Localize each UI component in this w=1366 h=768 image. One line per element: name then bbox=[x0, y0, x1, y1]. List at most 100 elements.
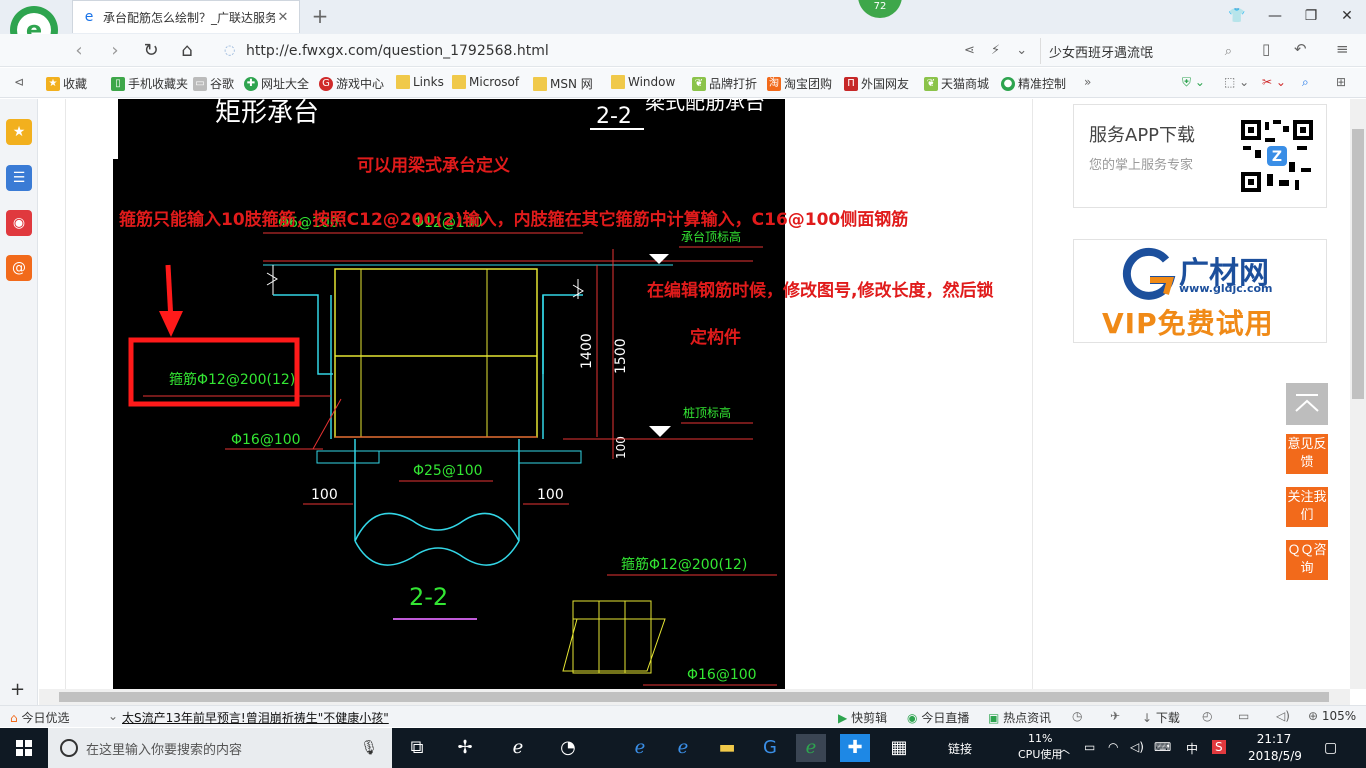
glodon-app-icon[interactable]: ◔ bbox=[553, 734, 583, 762]
mobile-icon[interactable]: ▯ bbox=[1262, 40, 1270, 58]
fan-app-icon[interactable]: ✢ bbox=[450, 734, 480, 762]
feedback-button[interactable]: 意见反馈 bbox=[1286, 434, 1328, 474]
magnifier-icon[interactable]: ⌕ bbox=[1302, 75, 1309, 90]
bookmark-label: 外国网友 bbox=[861, 77, 910, 91]
window-icon[interactable]: ▭ bbox=[1238, 709, 1249, 723]
gldjc-vip-ad[interactable]: 广材网 www.gldjc.com VIP免费试用 bbox=[1073, 239, 1327, 343]
today-pick[interactable]: ⌂ 今日优选 bbox=[10, 709, 69, 726]
glodon-g-icon[interactable]: G bbox=[755, 734, 785, 762]
battery-icon[interactable]: ▭ bbox=[1084, 740, 1095, 754]
sidebar-add-icon[interactable]: + bbox=[10, 679, 25, 700]
edge-icon[interactable]: ℯ bbox=[503, 734, 533, 762]
url-bar[interactable]: ◌ bbox=[224, 38, 1034, 64]
follow-us-button[interactable]: 关注我们 bbox=[1286, 487, 1328, 527]
tool-app-icon[interactable]: ✚ bbox=[840, 734, 870, 762]
wifi-icon[interactable]: ◠ bbox=[1108, 740, 1118, 754]
vertical-scrollbar[interactable] bbox=[1350, 99, 1366, 689]
vertical-scroll-thumb[interactable] bbox=[1352, 129, 1364, 399]
bookmark-item[interactable]: ▯ 手机收藏夹 bbox=[111, 75, 188, 92]
notification-center-icon[interactable]: ▢ bbox=[1324, 740, 1337, 756]
bookmark-item[interactable]: ❦ 天猫商城 bbox=[924, 75, 989, 92]
bookmark-item[interactable]: 淘淘宝团购 bbox=[767, 75, 832, 92]
bookmark-label: Microsof bbox=[469, 75, 520, 89]
back-button[interactable]: ‹ bbox=[66, 38, 92, 64]
new-tab-button[interactable]: + bbox=[308, 4, 332, 28]
bookmark-item[interactable]: Π 外国网友 bbox=[844, 75, 909, 92]
home-button[interactable]: ⌂ bbox=[174, 38, 200, 64]
app-download-ad[interactable]: 服务APP下载 您的掌上服务专家 Z bbox=[1073, 104, 1327, 208]
notification-badge[interactable]: 72 bbox=[858, 0, 902, 18]
sogou-ime-icon[interactable]: S bbox=[1212, 740, 1226, 754]
volume-icon[interactable]: ◁) bbox=[1276, 709, 1290, 723]
ie-icon[interactable]: ℯ bbox=[668, 734, 698, 762]
shield-icon[interactable]: ⛨ ⌄ bbox=[1182, 75, 1205, 90]
bookmarks-collapse-icon[interactable]: ⊲ bbox=[14, 75, 24, 89]
share-icon[interactable]: ⋖ ⚡ ⌄ bbox=[964, 43, 1033, 58]
bookmark-item[interactable]: Links bbox=[396, 75, 444, 89]
quick-edit-button[interactable]: ▶ 快剪辑 bbox=[838, 709, 887, 726]
cpu-usage[interactable]: 11% CPU使用 bbox=[1018, 731, 1062, 763]
app-ad-title: 服务APP下载 bbox=[1089, 125, 1196, 146]
undo-icon[interactable]: ↶ bbox=[1294, 40, 1307, 58]
speed-icon[interactable]: ◷ bbox=[1072, 709, 1082, 723]
scissors-icon[interactable]: ✂ ⌄ bbox=[1262, 75, 1286, 89]
bookmark-item[interactable]: Microsof bbox=[452, 75, 519, 89]
hot-news-button[interactable]: ▣ 热点资讯 bbox=[988, 709, 1051, 726]
forward-button[interactable]: › bbox=[102, 38, 128, 64]
puzzle-icon[interactable]: ⬚ ⌄ bbox=[1224, 75, 1249, 89]
live-button[interactable]: ◉ 今日直播 bbox=[907, 709, 969, 726]
qq-consult-button[interactable]: ＱＱ咨询 bbox=[1286, 540, 1328, 580]
news-headline-link[interactable]: 太S流产13年前早预言!曾泪崩祈祷生"不健康小孩" bbox=[122, 709, 389, 726]
favorites-star-icon[interactable]: ★ bbox=[6, 119, 32, 145]
link-label[interactable]: 链接 bbox=[948, 740, 972, 757]
windows-start-icon[interactable] bbox=[0, 728, 48, 768]
bookmark-item[interactable]: MSN 网 bbox=[533, 75, 593, 92]
bookmark-item[interactable]: Window bbox=[611, 75, 675, 89]
bookmark-item[interactable]: ● 精准控制 bbox=[1001, 75, 1066, 92]
keyboard-icon[interactable]: ⌨ bbox=[1154, 740, 1171, 754]
menu-icon[interactable]: ≡ bbox=[1336, 40, 1349, 58]
tab-title: 承台配筋怎么绘制？_广联达服务 bbox=[103, 10, 275, 25]
thumbnail-app-icon[interactable]: ▦ bbox=[884, 734, 914, 762]
edge-browser-icon[interactable]: ℯ bbox=[625, 734, 655, 762]
restore-button[interactable]: ❐ bbox=[1296, 4, 1326, 28]
bookmark-item[interactable]: ❦ 品牌打折 bbox=[692, 75, 757, 92]
bookmark-item[interactable]: ▭ 谷歌 bbox=[193, 75, 234, 92]
search-icon[interactable]: ⌕ bbox=[1225, 44, 1232, 59]
microphone-icon[interactable]: 🎙 bbox=[360, 740, 378, 756]
ime-indicator[interactable]: 中 bbox=[1186, 740, 1198, 757]
360-browser-icon[interactable]: ℯ bbox=[796, 734, 826, 762]
more-bookmarks-icon[interactable]: » bbox=[1084, 75, 1091, 89]
bookmark-item[interactable]: ✚ 网址大全 bbox=[244, 75, 309, 92]
tab-close-icon[interactable]: ✕ bbox=[275, 10, 291, 25]
zoom-control[interactable]: ⊕ 105% bbox=[1308, 709, 1356, 723]
hot-search-box[interactable]: 少女西班牙遇流氓 ⌕ bbox=[1040, 38, 1240, 64]
skin-icon[interactable]: 👕 bbox=[1222, 4, 1252, 28]
weibo-icon[interactable]: ◉ bbox=[6, 210, 32, 236]
taskbar-clock[interactable]: 21:17 2018/5/9 bbox=[1248, 731, 1302, 765]
reader-list-icon[interactable]: ☰ bbox=[6, 165, 32, 191]
apps-grid-icon[interactable]: ⊞ bbox=[1336, 75, 1346, 89]
download-button[interactable]: ↓ 下载 bbox=[1142, 709, 1180, 726]
bookmark-item[interactable]: G 游戏中心 bbox=[319, 75, 384, 92]
taskbar-search[interactable]: 在这里输入你要搜索的内容 🎙 bbox=[48, 728, 392, 768]
horizontal-scrollbar[interactable] bbox=[39, 689, 1350, 705]
tab-active[interactable]: e 承台配筋怎么绘制？_广联达服务 ✕ bbox=[72, 0, 300, 33]
file-explorer-icon[interactable]: ▬ bbox=[712, 734, 742, 762]
url-input[interactable] bbox=[246, 43, 846, 59]
speaker-icon[interactable]: ◁) bbox=[1130, 740, 1144, 754]
bookmark-item[interactable]: ★ 收藏 bbox=[46, 75, 87, 92]
news-chevron-icon[interactable]: ⌄ bbox=[108, 709, 118, 723]
horizontal-scroll-thumb[interactable] bbox=[59, 692, 1329, 702]
site-info-icon[interactable]: ◌ bbox=[224, 43, 240, 59]
minimize-button[interactable]: — bbox=[1260, 4, 1290, 28]
task-view-icon[interactable]: ⧉ bbox=[402, 734, 432, 762]
reload-button[interactable]: ↻ bbox=[138, 38, 164, 64]
mail-icon[interactable]: @ bbox=[6, 255, 32, 281]
back-to-top-button[interactable] bbox=[1286, 383, 1328, 425]
close-window-button[interactable]: ✕ bbox=[1332, 4, 1362, 28]
tray-chevron-icon[interactable]: ︿ bbox=[1058, 740, 1070, 757]
pin-icon[interactable]: ✈ bbox=[1110, 709, 1120, 723]
clock-icon[interactable]: ◴ bbox=[1202, 709, 1212, 723]
globe-icon: ✚ bbox=[244, 76, 258, 91]
